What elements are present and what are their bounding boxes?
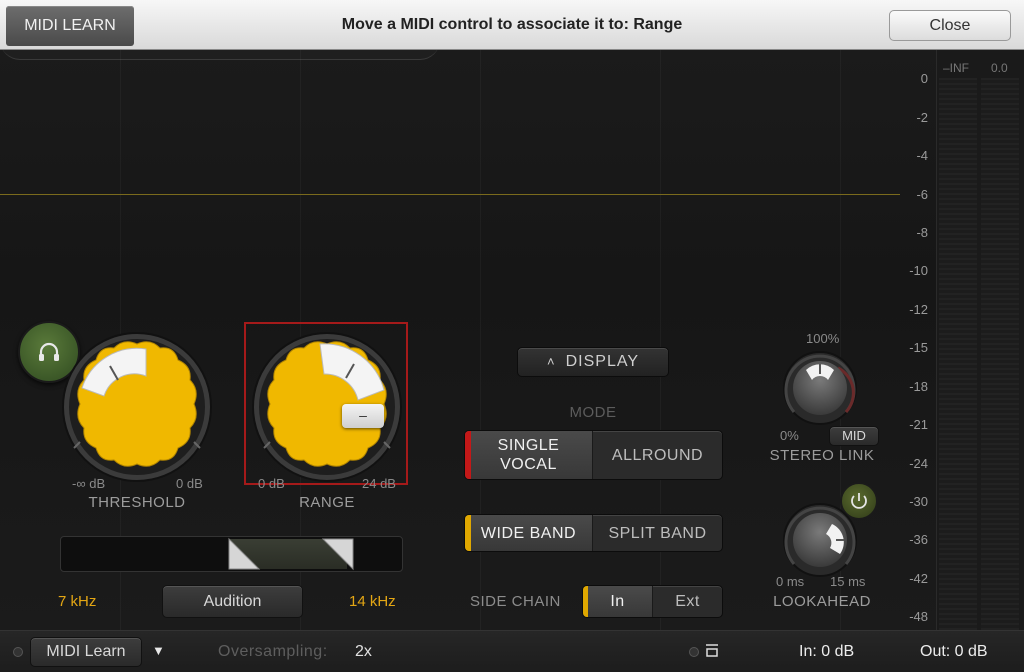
sidechain-indicator (583, 586, 588, 617)
close-button[interactable]: Close (889, 10, 1011, 41)
sidechain-selector: In Ext (582, 585, 723, 618)
lookahead-max: 15 ms (830, 574, 866, 589)
mode-selector: SINGLE VOCAL ALLROUND (464, 430, 723, 480)
lookahead-knob[interactable] (782, 502, 858, 578)
collapse-icon-graphic (706, 644, 718, 657)
band-option-wide[interactable]: WIDE BAND (465, 515, 592, 551)
band-indicator (465, 515, 471, 551)
meter-peak-left: –INF (943, 61, 970, 75)
chevron-up-icon: ˄ (547, 354, 556, 369)
threshold-knob-graphic (62, 332, 212, 482)
frequency-low-value: 7 kHz (58, 593, 97, 610)
midi-learn-bar: MIDI LEARN Move a MIDI control to associ… (0, 0, 1024, 50)
db-tick: -24 (909, 456, 928, 471)
audition-button[interactable]: Audition (162, 585, 303, 618)
threshold-line (0, 194, 900, 195)
db-tick: -6 (916, 187, 928, 202)
threshold-min: -∞ dB (72, 476, 106, 491)
stereo-link-knob-graphic (783, 351, 857, 425)
db-tick: -4 (916, 148, 928, 163)
range-value-tooltip: – (342, 404, 384, 428)
oversampling-value[interactable]: 2x (355, 643, 372, 661)
header-tab (0, 50, 440, 60)
slider-handle-icon (321, 538, 354, 571)
stereo-link-knob[interactable] (782, 350, 858, 426)
threshold-knob[interactable] (60, 330, 214, 484)
display-label: DISPLAY (565, 353, 639, 370)
db-tick: -15 (909, 340, 928, 355)
band-option-split[interactable]: SPLIT BAND (592, 515, 722, 551)
db-tick: -8 (916, 225, 928, 240)
midi-led (13, 647, 23, 657)
sidechain-label: SIDE CHAIN (470, 593, 561, 610)
midi-menu-dropdown-icon[interactable]: ▼ (152, 643, 165, 658)
threshold-max: 0 dB (176, 476, 203, 491)
midi-learn-tab: MIDI LEARN (6, 6, 134, 46)
mode-option-label: ALLROUND (611, 446, 704, 464)
meter-bar-left (939, 78, 977, 630)
mode-option-single-vocal[interactable]: SINGLE VOCAL (465, 431, 592, 479)
db-tick: -42 (909, 571, 928, 586)
range-label: RANGE (299, 494, 355, 511)
frequency-low-handle[interactable] (227, 537, 261, 571)
midi-target-highlight (244, 322, 408, 485)
frequency-slider[interactable] (60, 536, 403, 572)
frequency-high-handle[interactable] (321, 537, 355, 571)
frequency-high-value: 14 kHz (349, 593, 396, 610)
stereo-link-min: 0% (780, 428, 799, 443)
db-tick: -21 (909, 417, 928, 432)
slider-handle-icon (228, 537, 261, 570)
oversampling-label: Oversampling: (218, 643, 328, 660)
stereo-link-max: 100% (806, 331, 840, 346)
midi-learn-message: Move a MIDI control to associate it to: … (341, 16, 683, 33)
db-tick: -10 (909, 263, 928, 278)
display-button[interactable]: ˄ DISPLAY (517, 347, 669, 377)
lookahead-knob-graphic (783, 503, 857, 577)
db-tick: -36 (909, 532, 928, 547)
collapse-icon[interactable] (705, 643, 719, 663)
range-min: 0 dB (258, 476, 285, 491)
stereo-link-label: STEREO LINK (769, 447, 875, 464)
mode-label: MODE (569, 404, 617, 421)
band-selector: WIDE BAND SPLIT BAND (464, 514, 723, 552)
level-meter: –INF 0.0 (936, 50, 1024, 630)
db-tick: -12 (909, 302, 928, 317)
band-option-label: WIDE BAND (480, 524, 577, 542)
lookahead-min: 0 ms (776, 574, 805, 589)
range-max: 24 dB (362, 476, 396, 491)
plugin-panel: 0 -2 -4 -6 -8 -10 -12 -15 -18 -21 -24 -3… (0, 50, 1024, 630)
sidechain-option-ext[interactable]: Ext (652, 586, 722, 617)
band-option-label: SPLIT BAND (608, 524, 707, 542)
db-tick: 0 (920, 71, 928, 86)
sidechain-option-in[interactable]: In (583, 586, 652, 617)
db-tick: -48 (909, 609, 928, 624)
mode-indicator (465, 431, 471, 479)
lookahead-label: LOOKAHEAD (773, 593, 871, 610)
mode-option-allround[interactable]: ALLROUND (592, 431, 722, 479)
sidechain-option-label: Ext (675, 593, 700, 610)
mode-option-label: SINGLE VOCAL (497, 437, 560, 473)
db-tick: -18 (909, 379, 928, 394)
meter-bar-right (981, 78, 1019, 630)
sidechain-option-label: In (610, 593, 625, 610)
stereo-link-mid-button[interactable]: MID (829, 426, 879, 446)
threshold-label: THRESHOLD (88, 494, 186, 511)
input-level: In: 0 dB (799, 643, 855, 660)
status-led (689, 647, 699, 657)
output-level: Out: 0 dB (920, 643, 988, 660)
meter-peak-right: 0.0 (991, 61, 1008, 75)
status-bar: MIDI Learn ▼ Oversampling: 2x In: 0 dB O… (0, 630, 1024, 672)
db-tick: -30 (909, 494, 928, 509)
db-tick: -2 (916, 110, 928, 125)
midi-learn-button[interactable]: MIDI Learn (30, 637, 142, 667)
